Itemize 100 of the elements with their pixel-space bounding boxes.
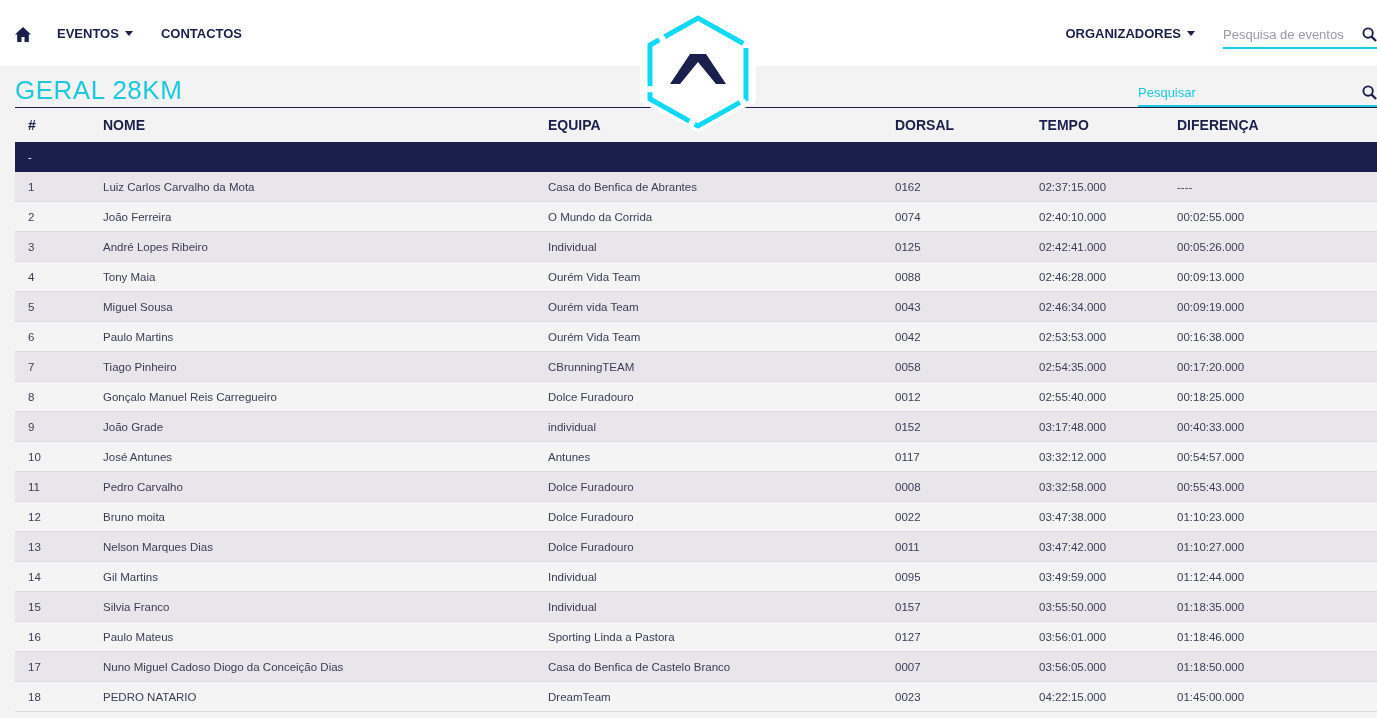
- gap-cell-text: ----: [1177, 180, 1194, 193]
- time-cell-text: 03:56:05.000: [1039, 660, 1108, 673]
- column-header: EQUIPA: [548, 117, 602, 133]
- name-cell-text: Nuno Miguel Cadoso Diogo da Conceição Dias: [103, 660, 345, 673]
- group-label: -: [28, 151, 32, 163]
- bib-cell-text: 0117: [895, 450, 921, 463]
- bib-cell-text: 0022: [895, 510, 922, 523]
- bib-cell-text: 0008: [895, 480, 922, 493]
- bib-cell-text: 0011: [895, 540, 921, 553]
- gap-cell-text: 01:45:00.000: [1177, 690, 1246, 703]
- name-cell-text: Tony Maia: [103, 270, 157, 283]
- team-cell-text: Ourém Vida Team: [548, 330, 642, 343]
- team-cell-text: Individual: [548, 570, 598, 583]
- time-cell-text: 02:46:34.000: [1039, 300, 1108, 313]
- rank-cell-text: 15: [28, 600, 42, 613]
- table-search-field[interactable]: Pesquisar: [1138, 84, 1362, 100]
- gap-cell-text: 01:10:27.000: [1177, 540, 1246, 553]
- bib-cell-text: 0043: [895, 300, 922, 313]
- bib-cell-text: 0157: [895, 600, 922, 613]
- column-header: DIFERENÇA: [1177, 117, 1260, 133]
- name-cell-text: Bruno moita: [103, 510, 166, 523]
- team-cell-text: Casa do Benfica de Abrantes: [548, 180, 698, 193]
- gap-cell-text: 00:40:33.000: [1177, 420, 1246, 433]
- rank-cell-text: 18: [28, 690, 42, 703]
- name-cell-text: Miguel Sousa: [103, 300, 174, 313]
- rank-cell-text: 1: [28, 180, 36, 193]
- name-cell-text: PEDRO NATARIO: [103, 690, 198, 703]
- gap-cell-text: 00:55:43.000: [1177, 480, 1246, 493]
- time-cell-text: 02:55:40.000: [1039, 390, 1108, 403]
- time-cell-text: 03:32:12.000: [1039, 450, 1108, 463]
- bib-cell-text: 0162: [895, 180, 922, 193]
- bib-cell-text: 0042: [895, 330, 922, 343]
- team-cell-text: Casa do Benfica de Castelo Branco: [548, 660, 732, 673]
- caret-icon: [124, 30, 133, 36]
- bib-cell-text: 0152: [895, 420, 922, 433]
- time-cell-text: 02:54:35.000: [1039, 360, 1108, 373]
- nav-link[interactable]: ORGANIZADORES: [1065, 25, 1195, 41]
- gap-cell-text: 01:12:44.000: [1177, 570, 1246, 583]
- event-search-field[interactable]: Pesquisa de eventos: [1223, 26, 1362, 42]
- rank-cell-text: 9: [28, 420, 36, 433]
- bib-cell-text: 0125: [895, 240, 922, 253]
- bib-cell-text: 0058: [895, 360, 922, 373]
- team-cell-text: Dolce Furadouro: [548, 510, 635, 523]
- bib-cell-text: 0088: [895, 270, 922, 283]
- team-cell-text: Dolce Furadouro: [548, 390, 635, 403]
- gap-cell-text: 00:02:55.000: [1177, 210, 1246, 223]
- time-cell-text: 02:40:10.000: [1039, 210, 1108, 223]
- gap-cell-text: 00:09:13.000: [1177, 270, 1246, 283]
- team-cell-text: Sporting Linda a Pastora: [548, 630, 676, 643]
- gap-cell-text: 00:54:57.000: [1177, 450, 1246, 463]
- team-cell-text: Dolce Furadouro: [548, 540, 635, 553]
- rank-cell-text: 5: [28, 300, 36, 313]
- name-cell-text: Tiago Pinheiro: [103, 360, 178, 373]
- time-cell-text: 03:17:48.000: [1039, 420, 1108, 433]
- name-cell-text: André Lopes Ribeiro: [103, 240, 209, 253]
- rank-cell-text: 16: [28, 630, 42, 643]
- team-cell-text: Antunes: [548, 450, 592, 463]
- gap-cell-text: 00:17:20.000: [1177, 360, 1246, 373]
- gap-cell-text: 00:05:26.000: [1177, 240, 1246, 253]
- rank-cell-text: 8: [28, 390, 36, 403]
- name-cell-text: Nelson Marques Dias: [103, 540, 214, 553]
- gap-cell-text: 00:16:38.000: [1177, 330, 1246, 343]
- time-cell-text: 03:47:42.000: [1039, 540, 1108, 553]
- rank-cell-text: 3: [28, 240, 36, 253]
- gap-cell-text: 01:18:35.000: [1177, 600, 1246, 613]
- name-cell-text: Silvia Franco: [103, 600, 171, 613]
- team-cell-text: Dolce Furadouro: [548, 480, 635, 493]
- name-cell-text: Paulo Mateus: [103, 630, 175, 643]
- caret-icon: [1187, 30, 1195, 36]
- team-cell-text: DreamTeam: [548, 690, 612, 703]
- gap-cell-text: 00:18:25.000: [1177, 390, 1246, 403]
- rank-cell-text: 17: [28, 660, 42, 673]
- rank-cell-text: 14: [28, 570, 42, 583]
- search-icon[interactable]: [1362, 84, 1377, 100]
- time-cell-text: 03:47:38.000: [1039, 510, 1108, 523]
- bib-cell-text: 0023: [895, 690, 922, 703]
- bib-cell-text: 0012: [895, 390, 922, 403]
- rank-cell-text: 7: [28, 360, 36, 373]
- search-icon[interactable]: [1362, 26, 1377, 42]
- name-cell-text: Gil Martins: [103, 570, 159, 583]
- time-cell-text: 03:56:01.000: [1039, 630, 1108, 643]
- nav-link[interactable]: CONTACTOS: [160, 25, 243, 41]
- rank-cell-text: 6: [28, 330, 36, 343]
- hexagon-logo[interactable]: [640, 12, 756, 132]
- rank-cell-text: 12: [28, 510, 42, 523]
- rank-cell-text: 13: [28, 540, 42, 553]
- time-cell-text: 04:22:15.000: [1039, 690, 1108, 703]
- column-header: TEMPO: [1039, 117, 1090, 133]
- team-cell-text: Ourém vida Team: [548, 300, 640, 313]
- nav-link[interactable]: EVENTOS: [57, 25, 133, 41]
- team-cell-text: O Mundo da Corrida: [548, 210, 654, 223]
- team-cell-text: Individual: [548, 600, 598, 613]
- rank-cell-text: 10: [28, 450, 42, 463]
- gap-cell-text: 00:09:19.000: [1177, 300, 1246, 313]
- bib-cell-text: 0127: [895, 630, 922, 643]
- column-header: #: [28, 117, 37, 133]
- column-header: NOME: [103, 117, 146, 133]
- home-icon[interactable]: [15, 24, 31, 42]
- time-cell-text: 02:53:53.000: [1039, 330, 1108, 343]
- name-cell-text: José Antunes: [103, 450, 174, 463]
